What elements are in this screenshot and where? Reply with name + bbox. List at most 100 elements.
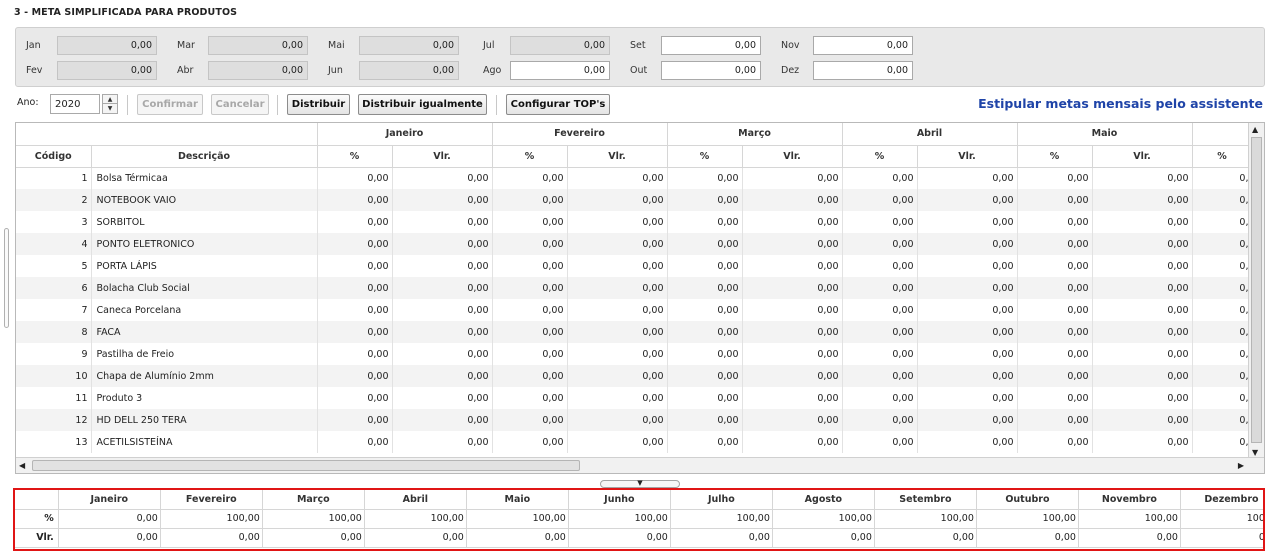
cell-vlr[interactable]: 0,00 xyxy=(567,299,668,321)
spin-down-icon[interactable]: ▼ xyxy=(103,104,117,113)
cell-vlr[interactable]: 0,00 xyxy=(742,299,843,321)
cell-vlr[interactable]: 0,00 xyxy=(917,255,1018,277)
distribute-equally-button[interactable]: Distribuir igualmente xyxy=(358,94,487,115)
cell-vlr[interactable]: 0,00 xyxy=(392,409,493,431)
table-row[interactable]: 1 Bolsa Térmicaa 0,00 0,00 0,00 0,00 0,00 0,00 0… xyxy=(16,167,1253,189)
column-header-vlr[interactable]: Vlr. xyxy=(392,145,493,168)
column-header-descricao[interactable]: Descrição xyxy=(91,145,318,168)
cell-vlr[interactable]: 0,00 xyxy=(742,167,843,189)
cell-pct[interactable]: 0,00 xyxy=(667,167,743,189)
cell-pct[interactable]: 0,00 xyxy=(317,431,393,453)
cell-pct[interactable]: 0,00 xyxy=(492,409,568,431)
cell-descricao[interactable]: Bolacha Club Social xyxy=(91,277,318,299)
cell-pct[interactable]: 0, xyxy=(1192,167,1253,189)
cell-descricao[interactable]: Produto 3 xyxy=(91,387,318,409)
cell-vlr[interactable]: 0,00 xyxy=(1092,387,1193,409)
cell-pct[interactable]: 0,00 xyxy=(667,233,743,255)
cell-pct[interactable]: 0,00 xyxy=(842,343,918,365)
cell-vlr[interactable]: 0,00 xyxy=(1092,255,1193,277)
cell-vlr[interactable]: 0,00 xyxy=(567,255,668,277)
cell-codigo[interactable]: 9 xyxy=(16,343,92,365)
cell-descricao[interactable]: Caneca Porcelana xyxy=(91,299,318,321)
column-header-pct[interactable]: % xyxy=(1192,145,1253,168)
cell-pct[interactable]: 0, xyxy=(1192,189,1253,211)
scroll-up-icon[interactable]: ▲ xyxy=(1252,125,1258,134)
cell-vlr[interactable]: 0,00 xyxy=(917,189,1018,211)
cell-vlr[interactable]: 0,00 xyxy=(1092,189,1193,211)
cell-vlr[interactable]: 0,00 xyxy=(392,321,493,343)
month-value-field[interactable]: 0,00 xyxy=(813,61,913,80)
cell-vlr[interactable]: 0,00 xyxy=(567,167,668,189)
spin-up-icon[interactable]: ▲ xyxy=(103,95,117,104)
cell-pct[interactable]: 0,00 xyxy=(317,321,393,343)
cell-vlr[interactable]: 0,00 xyxy=(1092,299,1193,321)
cell-pct[interactable]: 0,00 xyxy=(667,365,743,387)
cell-vlr[interactable]: 0,00 xyxy=(567,387,668,409)
cell-pct[interactable]: 0,00 xyxy=(842,189,918,211)
cell-vlr[interactable]: 0,00 xyxy=(917,409,1018,431)
cell-pct[interactable]: 0,00 xyxy=(667,211,743,233)
cell-vlr[interactable]: 0,00 xyxy=(742,211,843,233)
cell-pct[interactable]: 0,00 xyxy=(1017,321,1093,343)
cell-vlr[interactable]: 0,00 xyxy=(392,167,493,189)
cell-codigo[interactable]: 10 xyxy=(16,365,92,387)
cell-descricao[interactable]: NOTEBOOK VAIO xyxy=(91,189,318,211)
cell-pct[interactable]: 0, xyxy=(1192,233,1253,255)
cell-pct[interactable]: 0,00 xyxy=(492,343,568,365)
table-row[interactable]: 3 SORBITOL 0,00 0,00 0,00 0,00 0,00 0,00 0,00 0,0… xyxy=(16,211,1253,233)
cell-vlr[interactable]: 0,00 xyxy=(742,189,843,211)
table-row[interactable]: 8 FACA 0,00 0,00 0,00 0,00 0,00 0,00 0,00 0,00 0,0… xyxy=(16,321,1253,343)
cell-pct[interactable]: 0, xyxy=(1192,343,1253,365)
cell-vlr[interactable]: 0,00 xyxy=(392,387,493,409)
cell-pct[interactable]: 0,00 xyxy=(1017,299,1093,321)
cell-pct[interactable]: 0,00 xyxy=(667,321,743,343)
cell-pct[interactable]: 0,00 xyxy=(842,233,918,255)
cell-pct[interactable]: 0, xyxy=(1192,321,1253,343)
cell-pct[interactable]: 0,00 xyxy=(667,387,743,409)
cell-descricao[interactable]: Bolsa Térmicaa xyxy=(91,167,318,189)
cell-pct[interactable]: 0,00 xyxy=(1017,365,1093,387)
cell-pct[interactable]: 0, xyxy=(1192,387,1253,409)
cell-vlr[interactable]: 0,00 xyxy=(742,277,843,299)
cell-vlr[interactable]: 0,00 xyxy=(567,343,668,365)
month-value-field[interactable]: 0,00 xyxy=(510,61,610,80)
side-collapse-handle[interactable] xyxy=(4,228,9,328)
cell-descricao[interactable]: SORBITOL xyxy=(91,211,318,233)
cell-pct[interactable]: 0,00 xyxy=(842,299,918,321)
scroll-right-icon[interactable]: ▶ xyxy=(1238,461,1244,470)
cell-pct[interactable]: 0,00 xyxy=(667,299,743,321)
cell-descricao[interactable]: Chapa de Alumínio 2mm xyxy=(91,365,318,387)
table-row[interactable]: 6 Bolacha Club Social 0,00 0,00 0,00 0,00 0,00… xyxy=(16,277,1253,299)
cell-pct[interactable]: 0,00 xyxy=(842,321,918,343)
column-header-vlr[interactable]: Vlr. xyxy=(1092,145,1193,168)
cell-codigo[interactable]: 13 xyxy=(16,431,92,453)
cell-pct[interactable]: 0,00 xyxy=(842,431,918,453)
cell-vlr[interactable]: 0,00 xyxy=(392,299,493,321)
table-row[interactable]: 2 NOTEBOOK VAIO 0,00 0,00 0,00 0,00 0,00 0,00 0,… xyxy=(16,189,1253,211)
cell-pct[interactable]: 0,00 xyxy=(667,189,743,211)
cell-vlr[interactable]: 0,00 xyxy=(1092,233,1193,255)
cell-pct[interactable]: 0,00 xyxy=(1017,211,1093,233)
cell-pct[interactable]: 0,00 xyxy=(317,299,393,321)
assistant-link[interactable]: Estipular metas mensais pelo assistente xyxy=(978,96,1263,111)
cell-pct[interactable]: 0,00 xyxy=(492,299,568,321)
cell-vlr[interactable]: 0,00 xyxy=(742,365,843,387)
cell-codigo[interactable]: 11 xyxy=(16,387,92,409)
cell-vlr[interactable]: 0,00 xyxy=(567,365,668,387)
cell-pct[interactable]: 0,00 xyxy=(842,255,918,277)
cell-vlr[interactable]: 0,00 xyxy=(1092,277,1193,299)
cell-codigo[interactable]: 1 xyxy=(16,167,92,189)
table-row[interactable]: 9 Pastilha de Freio 0,00 0,00 0,00 0,00 0,00 0,… xyxy=(16,343,1253,365)
cell-vlr[interactable]: 0,00 xyxy=(917,431,1018,453)
cell-codigo[interactable]: 3 xyxy=(16,211,92,233)
cancel-button[interactable]: Cancelar xyxy=(211,94,269,115)
cell-vlr[interactable]: 0,00 xyxy=(392,365,493,387)
cell-vlr[interactable]: 0,00 xyxy=(917,365,1018,387)
cell-pct[interactable]: 0, xyxy=(1192,299,1253,321)
table-row[interactable]: 10 Chapa de Alumínio 2mm 0,00 0,00 0,00 0,00 0… xyxy=(16,365,1253,387)
cell-pct[interactable]: 0,00 xyxy=(317,365,393,387)
cell-vlr[interactable]: 0,00 xyxy=(917,167,1018,189)
cell-pct[interactable]: 0,00 xyxy=(1017,387,1093,409)
column-header-vlr[interactable]: Vlr. xyxy=(917,145,1018,168)
scroll-down-icon[interactable]: ▼ xyxy=(1252,448,1258,457)
